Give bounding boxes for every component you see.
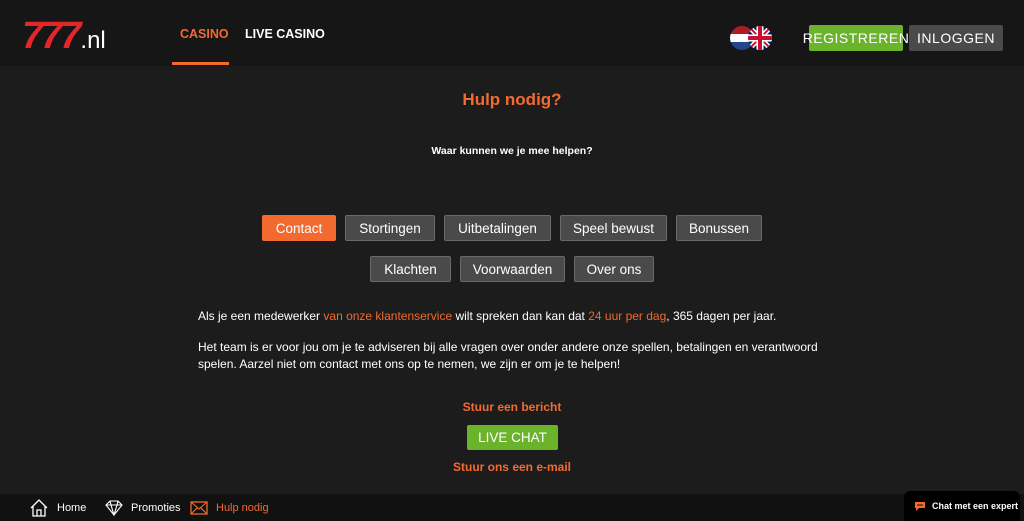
send-message-row: Stuur een bericht: [0, 400, 1024, 414]
tab-casino[interactable]: CASINO: [180, 27, 229, 41]
bottom-nav-label: Home: [57, 501, 87, 514]
login-button[interactable]: INLOGGEN: [909, 25, 1003, 51]
active-tab-indicator: [172, 62, 229, 65]
register-button[interactable]: REGISTREREN: [803, 25, 909, 51]
category-speel-bewust-button[interactable]: Speel bewust: [560, 215, 667, 241]
bottom-nav-hulp-nodig[interactable]: Hulp nodig: [190, 494, 269, 521]
bottom-nav-label: Hulp nodig: [216, 501, 269, 514]
send-email-link[interactable]: Stuur ons een e-mail: [453, 460, 571, 474]
bottom-nav-label: Promoties: [131, 501, 181, 514]
page-title: Hulp nodig?: [462, 90, 562, 109]
intro-text-part: wilt spreken dan kan dat: [452, 309, 589, 323]
live-chat-button[interactable]: LIVE CHAT: [467, 425, 558, 450]
intro-text-part: , 365 dagen per jaar.: [666, 309, 777, 323]
house-icon: [30, 498, 48, 517]
top-navigation-bar: 777 .nl CASINO LIVE CASINO REGISTREREN I…: [0, 0, 1024, 66]
category-uitbetalingen-button[interactable]: Uitbetalingen: [444, 215, 551, 241]
category-contact-button[interactable]: Contact: [262, 215, 336, 241]
logo-number: 777: [22, 15, 81, 57]
category-stortingen-button[interactable]: Stortingen: [345, 215, 435, 241]
bottom-navigation-bar: Home Promoties Hulp nodig: [0, 494, 1024, 521]
send-message-link[interactable]: Stuur een bericht: [463, 400, 562, 414]
intro-text-part: Als je een medewerker: [198, 309, 324, 323]
diamond-icon: [105, 499, 123, 516]
tab-live-casino[interactable]: LIVE CASINO: [245, 27, 325, 41]
contact-description-text: Het team is er voor jou om je te adviser…: [198, 340, 818, 371]
availability-highlight: 24 uur per dag: [588, 309, 667, 323]
category-voorwaarden-button[interactable]: Voorwaarden: [460, 256, 565, 282]
site-logo[interactable]: 777 .nl: [22, 16, 106, 56]
logo-tld: .nl: [80, 27, 106, 54]
category-over-ons-button[interactable]: Over ons: [574, 256, 654, 282]
page-subtitle: Waar kunnen we je mee helpen?: [431, 145, 593, 157]
uk-flag-icon[interactable]: [748, 26, 772, 50]
contact-intro-text: Als je een medewerker van onze klantense…: [198, 308, 838, 325]
category-klachten-button[interactable]: Klachten: [370, 256, 451, 282]
chat-expert-widget[interactable]: Chat met een expert: [904, 491, 1020, 521]
customer-service-link[interactable]: van onze klantenservice: [323, 309, 452, 323]
bottom-nav-promoties[interactable]: Promoties: [105, 494, 181, 521]
bottom-nav-home[interactable]: Home: [29, 494, 86, 521]
chat-expert-label: Chat met een expert: [932, 501, 1019, 511]
chat-bubble-icon: [915, 501, 925, 511]
send-email-row: Stuur ons een e-mail: [0, 460, 1024, 474]
envelope-icon: [190, 500, 208, 515]
category-bonussen-button[interactable]: Bonussen: [676, 215, 762, 241]
